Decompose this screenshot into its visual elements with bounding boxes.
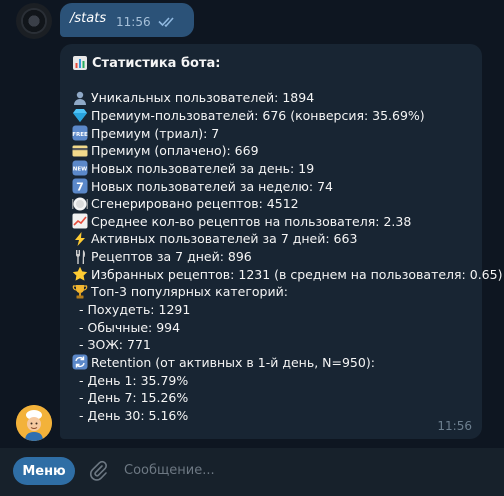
paperclip-icon[interactable] xyxy=(88,460,108,482)
stat-line-text: - День 1: 35.79% xyxy=(79,372,189,388)
message-input[interactable]: Сообщение... xyxy=(124,463,215,478)
message-title: Статистика бота: xyxy=(72,53,220,73)
bot-avatar[interactable] xyxy=(16,405,52,441)
stat-line: Премиум-пользователей: 676 (конверсия: 3… xyxy=(72,107,502,125)
stat-line-text: Среднее кол-во рецептов на пользователя:… xyxy=(91,213,412,229)
stat-line: 7 Новых пользователей за неделю: 74 xyxy=(72,177,502,195)
chat-area: /stats 11:56 Статистика бота: Уникальных… xyxy=(0,0,504,448)
stat-line-text: Уникальных пользователей: 1894 xyxy=(91,90,315,106)
stat-line: Активных пользователей за 7 дней: 663 xyxy=(72,230,502,248)
stat-line-text: - Обычные: 994 xyxy=(79,319,181,335)
stat-line: Среднее кол-во рецептов на пользователя:… xyxy=(72,212,502,230)
svg-text:7: 7 xyxy=(76,181,84,194)
stat-line: Сгенерировано рецептов: 4512 xyxy=(72,195,502,213)
double-check-icon xyxy=(158,13,176,28)
refresh-icon xyxy=(72,354,88,370)
message-input-bar: Меню Сообщение... xyxy=(0,448,504,496)
stat-line-text: Новых пользователей за неделю: 74 xyxy=(91,178,333,194)
stat-line: Уникальных пользователей: 1894 xyxy=(72,89,502,107)
stat-line-text: Избранных рецептов: 1231 (в среднем на п… xyxy=(91,266,503,282)
stat-line-text: - ЗОЖ: 771 xyxy=(79,337,151,353)
credit-card-icon xyxy=(72,143,88,159)
stat-line-text: Активных пользователей за 7 дней: 663 xyxy=(91,231,358,247)
star-icon xyxy=(72,266,88,282)
stat-line-text: - День 30: 5.16% xyxy=(79,407,189,423)
sender-avatar[interactable] xyxy=(16,3,52,39)
svg-text:NEW: NEW xyxy=(73,167,87,173)
stat-line: - День 1: 35.79% xyxy=(72,371,502,389)
free-icon: FREE xyxy=(72,125,88,141)
stat-line-text: Топ-3 популярных категорий: xyxy=(91,284,288,300)
trophy-icon xyxy=(72,284,88,300)
stat-line-text: Премиум (триал): 7 xyxy=(91,125,220,141)
incoming-message-time: 11:56 xyxy=(437,419,472,433)
outgoing-message-time: 11:56 xyxy=(116,15,151,29)
incoming-message[interactable]: Статистика бота: Уникальных пользователе… xyxy=(60,44,502,439)
stat-line: - День 7: 15.26% xyxy=(72,389,502,407)
stat-line: Премиум (оплачено): 669 xyxy=(72,142,502,160)
stat-line-text: Премиум-пользователей: 676 (конверсия: 3… xyxy=(91,107,425,123)
new-icon: NEW xyxy=(72,160,88,176)
stat-line: - Похудеть: 1291 xyxy=(72,301,502,319)
user-icon xyxy=(72,90,88,106)
menu-button[interactable]: Меню xyxy=(13,457,75,485)
outgoing-message[interactable]: /stats 11:56 xyxy=(60,3,194,37)
stat-line-text: Рецептов за 7 дней: 896 xyxy=(91,249,252,265)
stat-line-text: Retention (от активных в 1-й день, N=950… xyxy=(91,354,375,370)
outgoing-message-text: /stats xyxy=(70,11,107,26)
stat-line: FREE Премиум (триал): 7 xyxy=(72,124,502,142)
stat-line: - ЗОЖ: 771 xyxy=(72,336,502,354)
fork-knife-icon xyxy=(72,249,88,265)
stat-line: Retention (от активных в 1-й день, N=950… xyxy=(72,354,502,372)
stat-line: Топ-3 популярных категорий: xyxy=(72,283,502,301)
stat-line-text: - Похудеть: 1291 xyxy=(79,302,191,317)
seven-icon: 7 xyxy=(72,178,88,194)
stats-lines: Уникальных пользователей: 1894 Премиум-по… xyxy=(72,89,502,424)
chart-up-icon xyxy=(72,213,88,229)
stat-line: Рецептов за 7 дней: 896 xyxy=(72,248,502,266)
bar-chart-icon xyxy=(72,55,88,71)
plate-icon xyxy=(72,196,88,212)
stat-line-text: Сгенерировано рецептов: 4512 xyxy=(91,196,299,212)
stat-line: Избранных рецептов: 1231 (в среднем на п… xyxy=(72,265,502,283)
message-title-text: Статистика бота: xyxy=(92,55,221,71)
stat-line: NEW Новых пользователей за день: 19 xyxy=(72,160,502,178)
svg-text:FREE: FREE xyxy=(72,132,88,138)
stat-line: - Обычные: 994 xyxy=(72,318,502,336)
lightning-icon xyxy=(72,231,88,247)
stat-line-text: - День 7: 15.26% xyxy=(79,390,189,406)
stat-line-text: Премиум (оплачено): 669 xyxy=(91,143,259,159)
stat-line-text: Новых пользователей за день: 19 xyxy=(91,160,315,176)
gem-icon xyxy=(72,107,88,123)
